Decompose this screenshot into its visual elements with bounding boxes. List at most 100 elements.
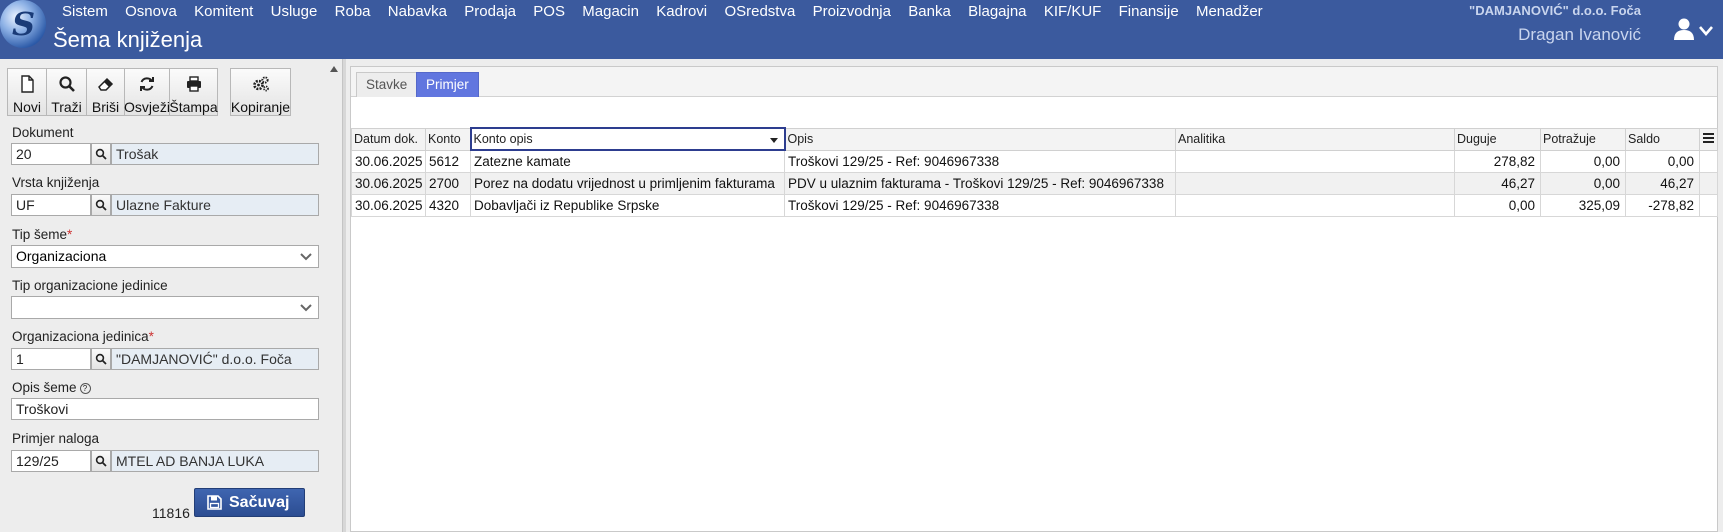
search-icon — [95, 455, 107, 467]
eraser-icon — [97, 77, 113, 91]
save-button[interactable]: Sačuvaj — [194, 488, 305, 517]
required-mark: * — [67, 227, 73, 242]
left-scrollbar[interactable] — [326, 59, 342, 532]
menu-kif-kuf[interactable]: KIF/KUF — [1044, 3, 1102, 20]
cell-konto: 2700 — [425, 171, 471, 195]
sort-caret-icon[interactable] — [769, 138, 778, 143]
table-row[interactable]: 30.06.2025 4320 Dobavljači iz Republike … — [351, 193, 1718, 217]
menu-prodaja[interactable]: Prodaja — [464, 3, 516, 20]
org-jed-label-text: Organizaciona jedinica — [12, 329, 149, 344]
col-opis[interactable]: Opis — [784, 127, 1176, 151]
cell-duguje: 46,27 — [1454, 171, 1541, 195]
dokument-code-input[interactable]: 20 — [11, 143, 91, 165]
cell-saldo: 46,27 — [1625, 171, 1700, 195]
menu-komitent[interactable]: Komitent — [194, 3, 253, 20]
app-logo[interactable]: S — [0, 0, 46, 48]
right-panel: Stavke Primjer Datum dok. Konto Konto op… — [350, 66, 1718, 532]
print-button[interactable]: Štampa — [169, 68, 218, 116]
cell-konto-opis: Zatezne kamate — [470, 149, 785, 173]
new-button[interactable]: Novi — [7, 68, 47, 116]
cell-konto-opis: Dobavljači iz Republike Srpske — [470, 193, 785, 217]
user-icon[interactable] — [1674, 18, 1694, 40]
col-duguje[interactable]: Duguje — [1454, 127, 1541, 151]
opis-label-text: Opis šeme — [12, 380, 77, 395]
menu-banka[interactable]: Banka — [908, 3, 951, 20]
table-row[interactable]: 30.06.2025 2700 Porez na dodatu vrijedno… — [351, 171, 1718, 195]
col-konto[interactable]: Konto — [425, 127, 471, 151]
user-name[interactable]: Dragan Ivanović — [1518, 25, 1641, 45]
scroll-up-icon[interactable] — [330, 66, 338, 72]
required-mark: * — [148, 329, 154, 344]
menu-menadzer[interactable]: Menadžer — [1196, 3, 1263, 20]
tip-seme-label-text: Tip šeme — [12, 227, 68, 242]
menu-proizvodnja[interactable]: Proizvodnja — [813, 3, 891, 20]
floppy-disk-icon — [207, 495, 222, 510]
record-id: 11816 — [152, 505, 190, 521]
refresh-button[interactable]: Osvježi — [124, 68, 170, 116]
cell-konto: 5612 — [425, 149, 471, 173]
menu-magacin[interactable]: Magacin — [582, 3, 639, 20]
menu-finansije[interactable]: Finansije — [1119, 3, 1179, 20]
copy-button[interactable]: Kopiranje — [230, 68, 291, 116]
col-potrazuje[interactable]: Potražuje — [1540, 127, 1626, 151]
tip-seme-label: Tip šeme* — [12, 227, 72, 242]
col-saldo[interactable]: Saldo — [1625, 127, 1700, 151]
search-button[interactable]: Traži — [47, 68, 87, 116]
tip-org-select[interactable] — [11, 296, 319, 319]
column-menu-button[interactable] — [1699, 127, 1718, 151]
opis-input[interactable]: Troškovi — [11, 398, 319, 420]
main-menu: Sistem Osnova Komitent Usluge Roba Nabav… — [62, 3, 1280, 20]
tab-stavke[interactable]: Stavke — [356, 72, 418, 97]
cell-saldo: -278,82 — [1625, 193, 1700, 217]
dokument-label: Dokument — [12, 125, 74, 140]
menu-nabavka[interactable]: Nabavka — [388, 3, 447, 20]
col-konto-opis-label: Konto opis — [473, 132, 533, 146]
help-icon[interactable]: ? — [79, 383, 91, 394]
new-label: Novi — [12, 99, 41, 115]
org-jed-code-input[interactable]: 1 — [11, 348, 91, 370]
menu-osredstva[interactable]: OSredstva — [724, 3, 795, 20]
search-icon — [95, 353, 107, 365]
vrsta-code-input[interactable]: UF — [11, 194, 91, 216]
menu-usluge[interactable]: Usluge — [271, 3, 318, 20]
primjer-code-input[interactable]: 129/25 — [11, 450, 91, 472]
new-document-icon — [21, 75, 34, 93]
save-label: Sačuvaj — [229, 493, 290, 511]
col-konto-opis[interactable]: Konto opis — [469, 127, 786, 151]
table-row[interactable]: 30.06.2025 5612 Zatezne kamate Troškovi … — [351, 149, 1718, 173]
delete-button[interactable]: Briši — [87, 68, 125, 116]
gears-icon — [252, 76, 269, 92]
org-jed-name: "DAMJANOVIĆ" d.o.o. Foča — [111, 348, 319, 370]
chevron-down-icon[interactable] — [1698, 24, 1714, 38]
menu-osnova[interactable]: Osnova — [125, 3, 177, 20]
panel-splitter[interactable] — [342, 59, 346, 532]
cell-empty — [1699, 171, 1718, 195]
menu-roba[interactable]: Roba — [335, 3, 371, 20]
tab-bar: Stavke Primjer — [351, 67, 1717, 97]
tip-seme-value: Organizaciona — [16, 248, 107, 264]
vrsta-lookup-button[interactable] — [91, 194, 111, 216]
tab-primjer[interactable]: Primjer — [416, 72, 479, 97]
menu-kadrovi[interactable]: Kadrovi — [656, 3, 707, 20]
cell-analitika — [1175, 149, 1455, 173]
cell-konto: 4320 — [425, 193, 471, 217]
org-jed-lookup-button[interactable] — [91, 348, 111, 370]
col-datum[interactable]: Datum dok. — [351, 127, 426, 151]
toolbar: Novi Traži Briši Osvježi Štampa Kopiranj… — [7, 68, 291, 116]
opis-label: Opis šeme? — [12, 380, 91, 395]
vrsta-label: Vrsta knjiženja — [12, 175, 100, 190]
delete-label: Briši — [91, 99, 120, 115]
col-analitika[interactable]: Analitika — [1175, 127, 1455, 151]
menu-blagajna[interactable]: Blagajna — [968, 3, 1026, 20]
cell-empty — [1699, 149, 1718, 173]
copy-label: Kopiranje — [230, 99, 291, 115]
company-name: "DAMJANOVIĆ" d.o.o. Foča — [1469, 3, 1641, 18]
primjer-lookup-button[interactable] — [91, 450, 111, 472]
chevron-down-icon — [294, 297, 318, 318]
menu-pos[interactable]: POS — [533, 3, 565, 20]
tip-seme-select[interactable]: Organizaciona — [11, 245, 319, 268]
dokument-lookup-button[interactable] — [91, 143, 111, 165]
menu-sistem[interactable]: Sistem — [62, 3, 108, 20]
top-bar: S Sistem Osnova Komitent Usluge Roba Nab… — [0, 0, 1723, 59]
cell-konto-opis: Porez na dodatu vrijednost u primljenim … — [470, 171, 785, 195]
